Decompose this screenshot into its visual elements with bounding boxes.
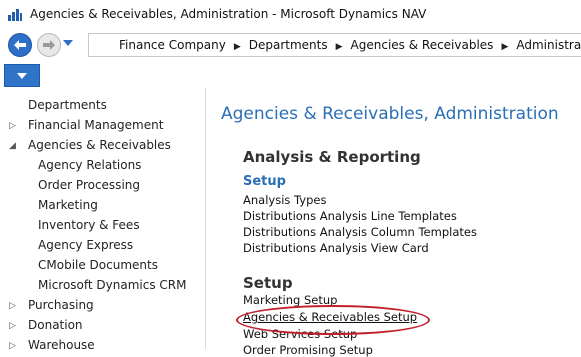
sidebar-item-financial-management[interactable]: Financial Management: [28, 118, 163, 132]
breadcrumb-administration[interactable]: Administration: [516, 34, 581, 56]
highlight-annotation-ring: [236, 305, 430, 335]
triangle-right-icon[interactable]: ▶: [501, 36, 508, 58]
sidebar-item-order-processing[interactable]: Order Processing: [38, 178, 140, 192]
window-title: Agencies & Receivables, Administration -…: [30, 7, 427, 21]
window-title-bar: Agencies & Receivables, Administration -…: [0, 0, 581, 31]
forward-button[interactable]: [37, 33, 61, 57]
sidebar-item-warehouse[interactable]: Warehouse: [28, 338, 95, 352]
link-distributions-analysis-view-card[interactable]: Distributions Analysis View Card: [243, 241, 429, 255]
group-title-setup: Setup: [243, 174, 286, 189]
link-order-promising-setup[interactable]: Order Promising Setup: [243, 343, 373, 357]
navigation-bar: Finance Company ▶ Departments ▶ Agencies & R…: [0, 30, 581, 62]
sidebar-item-donation[interactable]: Donation: [28, 318, 83, 332]
history-dropdown-button[interactable]: [63, 40, 73, 46]
page-title: Agencies & Receivables, Administration: [221, 104, 559, 124]
menu-dropdown-icon: [17, 72, 27, 79]
section-title-analysis-reporting: Analysis & Reporting: [243, 148, 421, 166]
sidebar-item-inventory-fees[interactable]: Inventory & Fees: [38, 218, 140, 232]
sidebar-item-agencies-receivables[interactable]: Agencies & Receivables: [28, 138, 171, 152]
breadcrumb-departments[interactable]: Departments: [249, 34, 328, 56]
sidebar-item-purchasing[interactable]: Purchasing: [28, 298, 94, 312]
expand-arrow-icon[interactable]: ▷: [9, 341, 16, 351]
sidebar-item-microsoft-dynamics-crm[interactable]: Microsoft Dynamics CRM: [38, 278, 186, 292]
breadcrumb-finance-company[interactable]: Finance Company: [119, 34, 226, 56]
forward-arrow-icon: [43, 40, 55, 50]
expand-arrow-icon[interactable]: ▷: [9, 321, 16, 331]
link-distributions-analysis-column-templates[interactable]: Distributions Analysis Column Templates: [243, 225, 477, 239]
collapse-arrow-icon[interactable]: ◢: [9, 141, 16, 151]
navigation-pane: Departments ▷ Financial Management ◢ Age…: [0, 88, 206, 352]
link-analysis-types[interactable]: Analysis Types: [243, 193, 326, 207]
expand-arrow-icon[interactable]: ▷: [9, 121, 16, 131]
dynamics-nav-icon: [7, 8, 23, 22]
back-arrow-icon: [14, 40, 26, 50]
expand-arrow-icon[interactable]: ▷: [9, 301, 16, 311]
sidebar-item-departments[interactable]: Departments: [28, 98, 107, 112]
section-title-setup: Setup: [243, 274, 293, 292]
sidebar-item-agency-express[interactable]: Agency Express: [38, 238, 133, 252]
breadcrumb: Finance Company ▶ Departments ▶ Agencies & R…: [88, 33, 581, 57]
link-distributions-analysis-line-templates[interactable]: Distributions Analysis Line Templates: [243, 209, 457, 223]
application-menu-button[interactable]: [4, 64, 40, 87]
triangle-right-icon[interactable]: ▶: [336, 36, 343, 58]
sidebar-item-marketing[interactable]: Marketing: [38, 198, 98, 212]
back-button[interactable]: [8, 33, 32, 57]
sidebar-item-agency-relations[interactable]: Agency Relations: [38, 158, 141, 172]
sidebar-item-cmobile-documents[interactable]: CMobile Documents: [38, 258, 158, 272]
main-content: Agencies & Receivables, Administration A…: [206, 88, 581, 357]
triangle-right-icon[interactable]: ▶: [234, 36, 241, 58]
breadcrumb-agencies-receivables[interactable]: Agencies & Receivables: [351, 34, 494, 56]
